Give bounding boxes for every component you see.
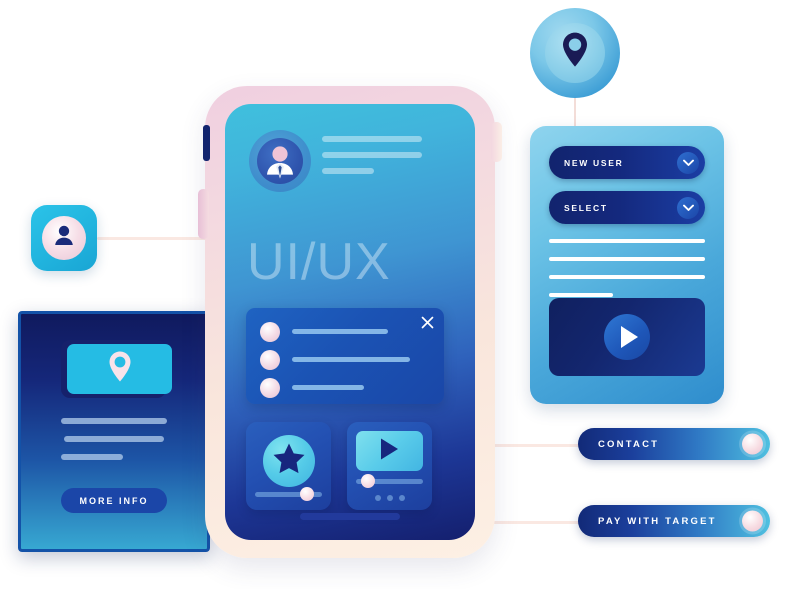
user-icon — [53, 224, 75, 253]
pay-with-target-toggle[interactable]: PAY WITH TARGET — [578, 505, 770, 537]
contact-toggle[interactable]: CONTACT — [578, 428, 770, 460]
phone-mockup: UI/UX — [198, 86, 502, 558]
illustration-canvas: NEW USER SELECT CONTACT PAY WITH TARGET — [0, 0, 800, 589]
chevron-down-icon[interactable] — [677, 196, 699, 219]
pagination-dot[interactable] — [375, 495, 381, 501]
more-info-button[interactable]: MORE INFO — [61, 488, 167, 513]
map-pin-badge — [530, 8, 620, 98]
select-generic-label: SELECT — [564, 202, 608, 213]
info-card-image — [67, 344, 172, 394]
pagination-dot[interactable] — [387, 495, 393, 501]
favorite-slider-knob[interactable] — [300, 487, 314, 501]
notification-list-card — [246, 308, 444, 404]
star-icon — [272, 442, 306, 480]
info-card-text-line — [64, 436, 164, 442]
businessman-icon — [267, 146, 293, 179]
video-thumbnail[interactable] — [356, 431, 423, 471]
home-indicator[interactable] — [300, 513, 400, 520]
select-new-user[interactable]: NEW USER — [549, 146, 705, 179]
list-item-text-line — [292, 357, 410, 362]
profile-avatar-glow — [249, 130, 311, 192]
pagination-dot[interactable] — [399, 495, 405, 501]
info-card-text-line — [61, 418, 167, 424]
list-item-avatar — [260, 350, 280, 370]
panel-text-line — [549, 293, 613, 297]
map-pin-icon — [560, 31, 590, 74]
map-pin-icon — [107, 350, 133, 388]
star-badge — [262, 435, 315, 487]
profile-header-line — [322, 152, 422, 158]
list-item-avatar — [260, 322, 280, 342]
info-card-text-line — [61, 454, 123, 460]
select-new-user-label: NEW USER — [564, 157, 624, 168]
toggle-knob[interactable] — [742, 433, 763, 455]
avatar — [42, 216, 86, 260]
play-triangle — [621, 326, 638, 348]
panel-video-player[interactable] — [549, 298, 705, 376]
panel-text-line — [549, 239, 705, 243]
close-icon[interactable] — [421, 316, 434, 334]
profile-header-line — [322, 168, 374, 174]
panel-text-line — [549, 257, 705, 261]
profile-header-line — [322, 136, 422, 142]
video-widget[interactable] — [347, 422, 432, 510]
form-panel: NEW USER SELECT — [530, 126, 724, 404]
video-slider-knob[interactable] — [361, 474, 375, 488]
phone-speaker-slot — [203, 125, 210, 161]
phone-power-button[interactable] — [491, 122, 502, 162]
pay-with-target-toggle-label: PAY WITH TARGET — [598, 515, 717, 527]
favorite-widget[interactable] — [246, 422, 331, 510]
select-generic[interactable]: SELECT — [549, 191, 705, 224]
chevron-down-icon[interactable] — [677, 151, 699, 174]
list-item-text-line — [292, 385, 364, 390]
info-card: MORE INFO — [18, 311, 210, 552]
play-icon[interactable] — [379, 437, 400, 466]
list-item-avatar — [260, 378, 280, 398]
list-item-text-line — [292, 329, 388, 334]
phone-volume-button[interactable] — [198, 189, 209, 239]
play-icon[interactable] — [604, 314, 650, 360]
profile-avatar[interactable] — [257, 138, 303, 184]
info-card-image-frame — [61, 340, 172, 398]
panel-text-line — [549, 275, 705, 279]
contact-toggle-label: CONTACT — [598, 438, 660, 450]
phone-screen: UI/UX — [225, 104, 475, 540]
uiux-watermark: UI/UX — [247, 233, 391, 291]
more-info-button-label: MORE INFO — [79, 495, 149, 506]
avatar-tile[interactable] — [31, 205, 97, 271]
toggle-knob[interactable] — [742, 510, 763, 532]
